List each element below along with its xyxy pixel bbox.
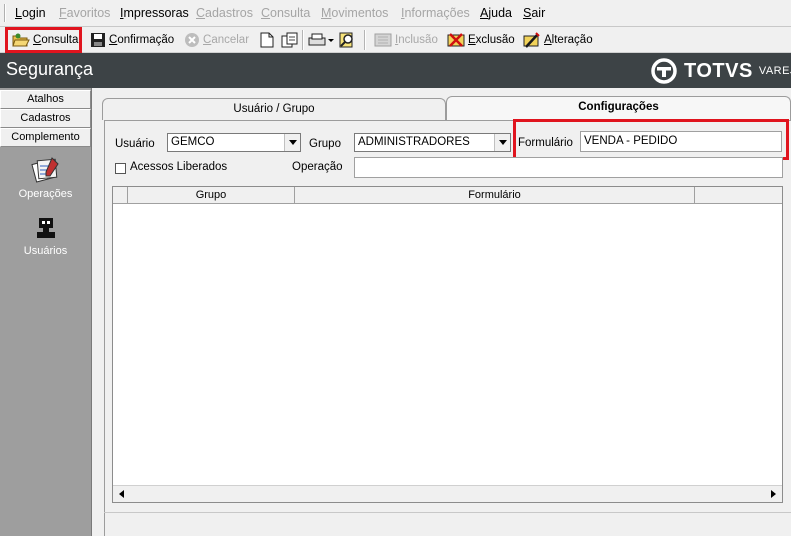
column-header-formulario[interactable]: Formulário	[295, 187, 695, 204]
confirmacao-label: Confirmação	[109, 34, 175, 46]
new-document-button[interactable]	[260, 29, 274, 51]
operations-icon	[30, 157, 59, 183]
new-document-icon	[260, 32, 274, 48]
sidebar-item-usuarios[interactable]: Usuários	[0, 215, 91, 257]
grupo-value: ADMINISTRADORES	[358, 136, 470, 148]
formulario-highlight	[513, 119, 789, 160]
edit-icon	[523, 32, 540, 48]
chevron-down-icon[interactable]	[494, 134, 510, 151]
copy-button[interactable]	[281, 29, 299, 51]
toolbar-separator	[364, 30, 366, 50]
usuario-label: Usuário	[115, 138, 155, 150]
tab-usuario-grupo[interactable]: Usuário / Grupo	[102, 98, 446, 120]
inclusao-button[interactable]: Inclusão	[374, 29, 438, 51]
copy-icon	[281, 32, 298, 48]
menu-consulta[interactable]: Consulta	[261, 6, 310, 20]
menu-ajuda[interactable]: Ajuda	[480, 6, 512, 20]
totvs-logo-icon	[651, 58, 677, 84]
tab-configuracoes[interactable]: Configurações	[446, 96, 791, 120]
column-header-extra[interactable]	[695, 187, 782, 204]
menu-login[interactable]: Login	[15, 6, 46, 20]
search-button[interactable]	[339, 29, 357, 51]
consulta-highlight	[5, 27, 82, 53]
exclusao-label: Exclusão	[468, 34, 515, 46]
menu-movimentos[interactable]: Movimentos	[321, 6, 388, 20]
acessos-liberados-label: Acessos Liberados	[130, 161, 228, 173]
delete-icon	[447, 33, 465, 47]
grupo-label: Grupo	[309, 138, 341, 150]
row-selector-header	[113, 187, 128, 204]
usuario-value: GEMCO	[171, 136, 215, 148]
scroll-left-icon[interactable]	[114, 486, 130, 502]
brand-sub: VAREJO	[758, 65, 791, 77]
data-grid[interactable]: Grupo Formulário	[112, 186, 783, 503]
alteracao-button[interactable]: Alteração	[523, 29, 593, 51]
alteracao-label: Alteração	[544, 34, 593, 46]
menu-separator	[4, 4, 6, 22]
menu-impressoras[interactable]: Impressoras	[120, 6, 189, 20]
users-icon	[36, 218, 55, 238]
app-header: Segurança TOTVS VAREJO	[0, 53, 791, 88]
scroll-right-icon[interactable]	[765, 486, 781, 502]
sidebar-cadastros-button[interactable]: Cadastros	[0, 109, 91, 128]
totvs-logo: TOTVS VAREJO	[650, 57, 791, 85]
sidebar-complemento-button[interactable]: Complemento	[0, 128, 91, 147]
acessos-liberados-checkbox[interactable]	[115, 163, 126, 174]
cancelar-label: Cancelar	[203, 34, 250, 46]
cancelar-button[interactable]: Cancelar	[184, 29, 249, 51]
menu-bar: Login Favoritos Impressoras Cadastros Co…	[0, 0, 791, 27]
confirmacao-button[interactable]: Confirmação	[90, 29, 174, 51]
status-bar	[104, 512, 791, 536]
operacao-label: Operação	[292, 161, 343, 173]
exclusao-button[interactable]: Exclusão	[447, 29, 515, 51]
cancel-icon	[185, 33, 199, 47]
menu-favoritos[interactable]: Favoritos	[59, 6, 110, 20]
grupo-select[interactable]: ADMINISTRADORES	[354, 133, 511, 152]
usuario-select[interactable]: GEMCO	[167, 133, 301, 152]
magnifier-icon	[339, 32, 353, 48]
save-icon	[91, 33, 105, 47]
sidebar: Atalhos Cadastros Complemento Operações …	[0, 88, 92, 536]
menu-sair[interactable]: Sair	[523, 6, 545, 20]
sidebar-atalhos-button[interactable]: Atalhos	[0, 90, 91, 109]
sidebar-item-operacoes[interactable]: Operações	[0, 154, 91, 200]
chevron-down-icon[interactable]	[284, 134, 300, 151]
toolbar-separator	[302, 30, 304, 50]
printer-icon	[308, 33, 334, 46]
column-header-grupo[interactable]: Grupo	[128, 187, 295, 204]
horizontal-scrollbar[interactable]	[113, 485, 782, 502]
menu-cadastros[interactable]: Cadastros	[196, 6, 253, 20]
toolbar: Consulta Confirmação Cancelar Inclusão E…	[0, 27, 791, 53]
menu-informacoes[interactable]: Informações	[401, 6, 470, 20]
sidebar-item-operacoes-label: Operações	[18, 188, 73, 200]
sidebar-item-usuarios-label: Usuários	[23, 245, 68, 257]
include-icon	[374, 33, 392, 47]
inclusao-label: Inclusão	[395, 34, 438, 46]
operacao-field[interactable]	[354, 157, 783, 178]
brand-name: TOTVS	[684, 59, 753, 82]
print-button[interactable]	[308, 29, 334, 51]
page-title: Segurança	[6, 59, 94, 79]
